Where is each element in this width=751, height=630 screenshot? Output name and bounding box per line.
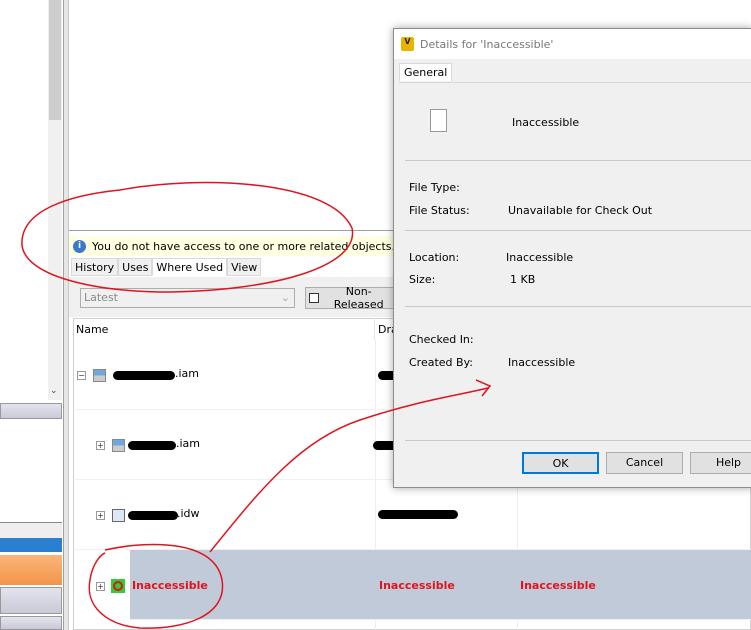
- annotation-circle-inaccessible: [88, 543, 224, 629]
- annotation-overlay: [21, 181, 492, 629]
- annotation-arrow: [209, 387, 489, 553]
- annotation-arrowhead: [475, 379, 492, 397]
- annotation-circle-info: [21, 181, 354, 293]
